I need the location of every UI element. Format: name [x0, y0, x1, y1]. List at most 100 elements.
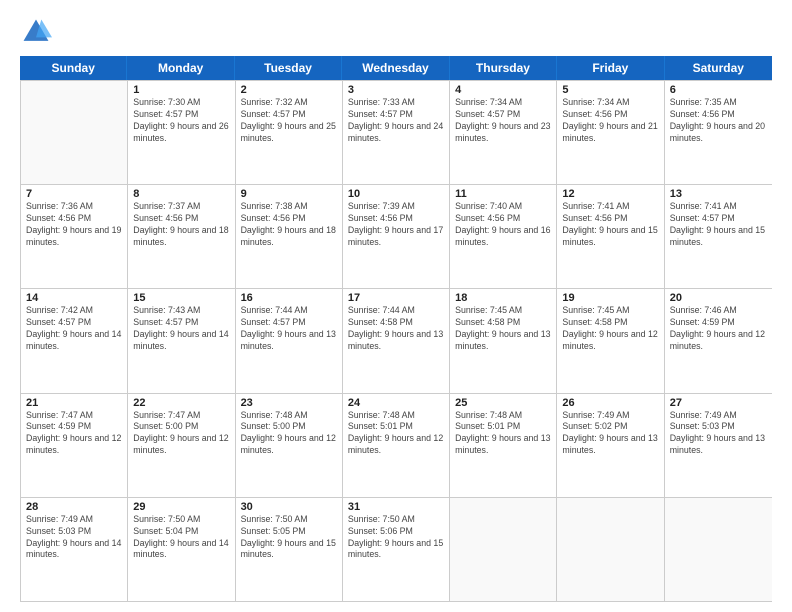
calendar-cell: 26Sunrise: 7:49 AMSunset: 5:02 PMDayligh…	[557, 394, 664, 497]
day-info: Sunrise: 7:47 AMSunset: 5:00 PMDaylight:…	[133, 410, 229, 458]
day-info: Sunrise: 7:36 AMSunset: 4:56 PMDaylight:…	[26, 201, 122, 249]
day-info: Sunrise: 7:50 AMSunset: 5:04 PMDaylight:…	[133, 514, 229, 562]
calendar-cell: 25Sunrise: 7:48 AMSunset: 5:01 PMDayligh…	[450, 394, 557, 497]
day-info: Sunrise: 7:41 AMSunset: 4:57 PMDaylight:…	[670, 201, 767, 249]
day-number: 11	[455, 188, 551, 200]
day-info: Sunrise: 7:40 AMSunset: 4:56 PMDaylight:…	[455, 201, 551, 249]
calendar-cell: 6Sunrise: 7:35 AMSunset: 4:56 PMDaylight…	[665, 81, 772, 184]
calendar-cell	[557, 498, 664, 601]
weekday-header: Wednesday	[342, 56, 449, 80]
day-number: 30	[241, 501, 337, 513]
calendar-cell: 23Sunrise: 7:48 AMSunset: 5:00 PMDayligh…	[236, 394, 343, 497]
calendar-cell: 12Sunrise: 7:41 AMSunset: 4:56 PMDayligh…	[557, 185, 664, 288]
weekday-header: Friday	[557, 56, 664, 80]
calendar-cell: 13Sunrise: 7:41 AMSunset: 4:57 PMDayligh…	[665, 185, 772, 288]
day-number: 25	[455, 397, 551, 409]
day-info: Sunrise: 7:34 AMSunset: 4:57 PMDaylight:…	[455, 97, 551, 145]
day-info: Sunrise: 7:34 AMSunset: 4:56 PMDaylight:…	[562, 97, 658, 145]
day-info: Sunrise: 7:39 AMSunset: 4:56 PMDaylight:…	[348, 201, 444, 249]
calendar-cell: 5Sunrise: 7:34 AMSunset: 4:56 PMDaylight…	[557, 81, 664, 184]
calendar: SundayMondayTuesdayWednesdayThursdayFrid…	[20, 56, 772, 602]
calendar-cell: 16Sunrise: 7:44 AMSunset: 4:57 PMDayligh…	[236, 289, 343, 392]
day-number: 9	[241, 188, 337, 200]
calendar-cell: 18Sunrise: 7:45 AMSunset: 4:58 PMDayligh…	[450, 289, 557, 392]
day-info: Sunrise: 7:49 AMSunset: 5:03 PMDaylight:…	[26, 514, 122, 562]
day-info: Sunrise: 7:45 AMSunset: 4:58 PMDaylight:…	[562, 305, 658, 353]
day-info: Sunrise: 7:45 AMSunset: 4:58 PMDaylight:…	[455, 305, 551, 353]
day-number: 3	[348, 84, 444, 96]
day-info: Sunrise: 7:49 AMSunset: 5:03 PMDaylight:…	[670, 410, 767, 458]
day-number: 6	[670, 84, 767, 96]
day-number: 19	[562, 292, 658, 304]
day-number: 20	[670, 292, 767, 304]
day-number: 24	[348, 397, 444, 409]
day-number: 29	[133, 501, 229, 513]
calendar-header: SundayMondayTuesdayWednesdayThursdayFrid…	[20, 56, 772, 80]
calendar-cell: 20Sunrise: 7:46 AMSunset: 4:59 PMDayligh…	[665, 289, 772, 392]
calendar-cell: 21Sunrise: 7:47 AMSunset: 4:59 PMDayligh…	[21, 394, 128, 497]
day-info: Sunrise: 7:42 AMSunset: 4:57 PMDaylight:…	[26, 305, 122, 353]
calendar-cell: 27Sunrise: 7:49 AMSunset: 5:03 PMDayligh…	[665, 394, 772, 497]
day-info: Sunrise: 7:32 AMSunset: 4:57 PMDaylight:…	[241, 97, 337, 145]
calendar-cell: 14Sunrise: 7:42 AMSunset: 4:57 PMDayligh…	[21, 289, 128, 392]
day-number: 10	[348, 188, 444, 200]
day-number: 21	[26, 397, 122, 409]
day-number: 7	[26, 188, 122, 200]
day-info: Sunrise: 7:44 AMSunset: 4:57 PMDaylight:…	[241, 305, 337, 353]
calendar-row: 14Sunrise: 7:42 AMSunset: 4:57 PMDayligh…	[21, 289, 772, 393]
day-number: 15	[133, 292, 229, 304]
day-number: 5	[562, 84, 658, 96]
day-number: 31	[348, 501, 444, 513]
calendar-row: 1Sunrise: 7:30 AMSunset: 4:57 PMDaylight…	[21, 81, 772, 185]
calendar-cell: 31Sunrise: 7:50 AMSunset: 5:06 PMDayligh…	[343, 498, 450, 601]
calendar-cell: 15Sunrise: 7:43 AMSunset: 4:57 PMDayligh…	[128, 289, 235, 392]
calendar-cell: 10Sunrise: 7:39 AMSunset: 4:56 PMDayligh…	[343, 185, 450, 288]
calendar-cell: 24Sunrise: 7:48 AMSunset: 5:01 PMDayligh…	[343, 394, 450, 497]
weekday-header: Thursday	[450, 56, 557, 80]
day-info: Sunrise: 7:41 AMSunset: 4:56 PMDaylight:…	[562, 201, 658, 249]
calendar-cell: 19Sunrise: 7:45 AMSunset: 4:58 PMDayligh…	[557, 289, 664, 392]
day-info: Sunrise: 7:43 AMSunset: 4:57 PMDaylight:…	[133, 305, 229, 353]
calendar-cell: 17Sunrise: 7:44 AMSunset: 4:58 PMDayligh…	[343, 289, 450, 392]
calendar-row: 21Sunrise: 7:47 AMSunset: 4:59 PMDayligh…	[21, 394, 772, 498]
calendar-cell: 29Sunrise: 7:50 AMSunset: 5:04 PMDayligh…	[128, 498, 235, 601]
page: SundayMondayTuesdayWednesdayThursdayFrid…	[0, 0, 792, 612]
weekday-header: Saturday	[665, 56, 772, 80]
day-info: Sunrise: 7:46 AMSunset: 4:59 PMDaylight:…	[670, 305, 767, 353]
calendar-cell: 2Sunrise: 7:32 AMSunset: 4:57 PMDaylight…	[236, 81, 343, 184]
calendar-cell: 1Sunrise: 7:30 AMSunset: 4:57 PMDaylight…	[128, 81, 235, 184]
day-number: 8	[133, 188, 229, 200]
day-number: 17	[348, 292, 444, 304]
day-number: 12	[562, 188, 658, 200]
logo	[20, 16, 56, 48]
calendar-cell	[21, 81, 128, 184]
day-info: Sunrise: 7:50 AMSunset: 5:05 PMDaylight:…	[241, 514, 337, 562]
day-info: Sunrise: 7:50 AMSunset: 5:06 PMDaylight:…	[348, 514, 444, 562]
day-info: Sunrise: 7:48 AMSunset: 5:01 PMDaylight:…	[455, 410, 551, 458]
weekday-header: Sunday	[20, 56, 127, 80]
calendar-cell: 30Sunrise: 7:50 AMSunset: 5:05 PMDayligh…	[236, 498, 343, 601]
day-info: Sunrise: 7:44 AMSunset: 4:58 PMDaylight:…	[348, 305, 444, 353]
day-number: 2	[241, 84, 337, 96]
calendar-cell: 28Sunrise: 7:49 AMSunset: 5:03 PMDayligh…	[21, 498, 128, 601]
day-number: 14	[26, 292, 122, 304]
day-info: Sunrise: 7:33 AMSunset: 4:57 PMDaylight:…	[348, 97, 444, 145]
day-info: Sunrise: 7:37 AMSunset: 4:56 PMDaylight:…	[133, 201, 229, 249]
calendar-cell: 7Sunrise: 7:36 AMSunset: 4:56 PMDaylight…	[21, 185, 128, 288]
day-number: 18	[455, 292, 551, 304]
day-number: 26	[562, 397, 658, 409]
weekday-header: Monday	[127, 56, 234, 80]
calendar-row: 28Sunrise: 7:49 AMSunset: 5:03 PMDayligh…	[21, 498, 772, 602]
calendar-cell: 22Sunrise: 7:47 AMSunset: 5:00 PMDayligh…	[128, 394, 235, 497]
calendar-body: 1Sunrise: 7:30 AMSunset: 4:57 PMDaylight…	[20, 80, 772, 602]
calendar-cell: 4Sunrise: 7:34 AMSunset: 4:57 PMDaylight…	[450, 81, 557, 184]
day-info: Sunrise: 7:35 AMSunset: 4:56 PMDaylight:…	[670, 97, 767, 145]
day-number: 23	[241, 397, 337, 409]
calendar-cell	[665, 498, 772, 601]
header	[20, 16, 772, 48]
calendar-cell: 9Sunrise: 7:38 AMSunset: 4:56 PMDaylight…	[236, 185, 343, 288]
day-number: 13	[670, 188, 767, 200]
calendar-cell: 11Sunrise: 7:40 AMSunset: 4:56 PMDayligh…	[450, 185, 557, 288]
weekday-header: Tuesday	[235, 56, 342, 80]
day-info: Sunrise: 7:30 AMSunset: 4:57 PMDaylight:…	[133, 97, 229, 145]
